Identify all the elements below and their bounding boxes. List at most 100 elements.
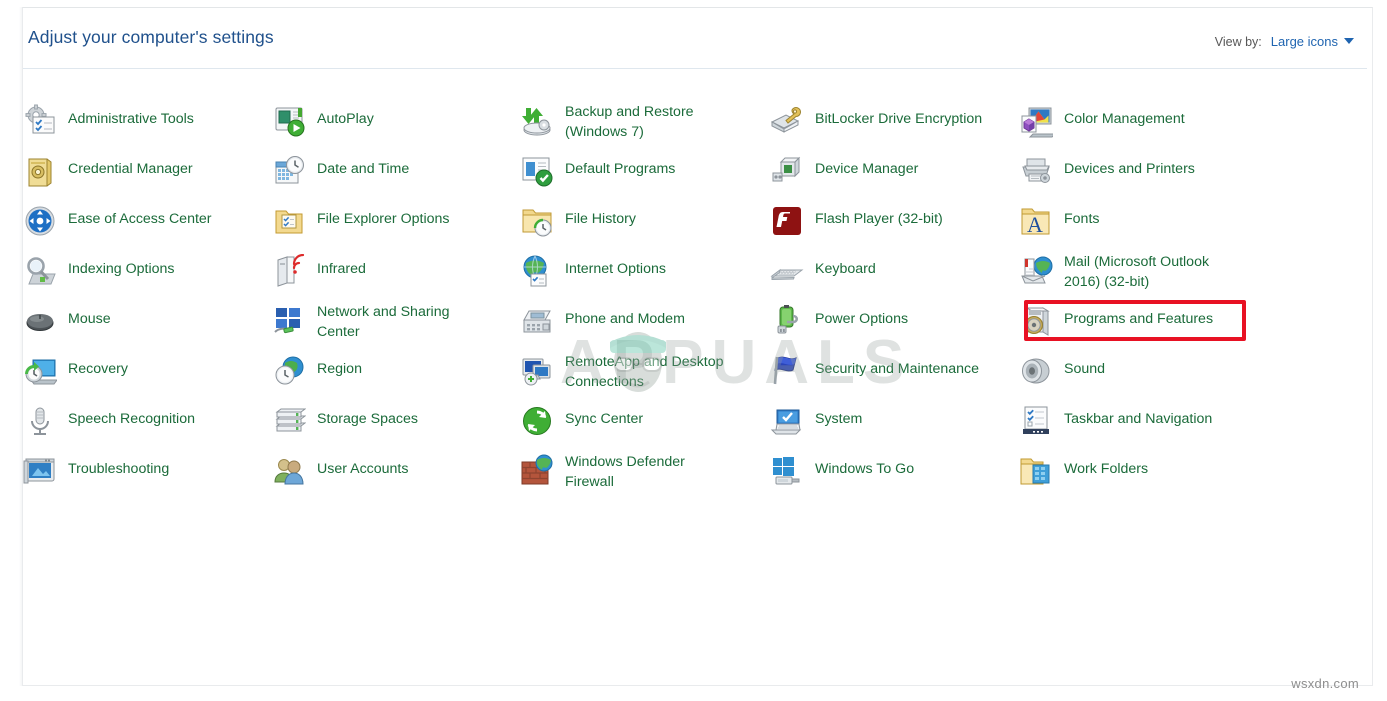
device-manager-icon[interactable] [770,154,804,188]
bitlocker-icon[interactable] [770,104,804,138]
control-panel-item-label[interactable]: User Accounts [317,452,408,479]
control-panel-item-label[interactable]: Recovery [68,352,128,379]
control-panel-item-speech-recognition[interactable]: Speech Recognition [23,402,195,450]
mail-icon[interactable] [1019,254,1053,288]
control-panel-item-work-folders[interactable]: Work Folders [1019,452,1148,500]
control-panel-item-color-management[interactable]: Color Management [1019,102,1185,150]
control-panel-item-keyboard[interactable]: Keyboard [770,252,876,300]
control-panel-item-label[interactable]: Color Management [1064,102,1185,129]
control-panel-item-label[interactable]: Fonts [1064,202,1099,229]
remoteapp-icon[interactable] [520,354,554,388]
control-panel-item-label[interactable]: Taskbar and Navigation [1064,402,1212,429]
control-panel-item-label[interactable]: Internet Options [565,252,666,279]
default-programs-icon[interactable] [520,154,554,188]
control-panel-item-security-and-maintenance[interactable]: Security and Maintenance [770,352,979,400]
control-panel-item-label[interactable]: Speech Recognition [68,402,195,429]
control-panel-item-label[interactable]: Network and Sharing Center [317,302,450,342]
control-panel-item-windows-defender-firewall[interactable]: Windows Defender Firewall [520,452,685,502]
chevron-down-icon[interactable] [1344,38,1354,44]
control-panel-item-network-and-sharing-center[interactable]: Network and Sharing Center [272,302,450,352]
control-panel-item-power-options[interactable]: Power Options [770,302,908,350]
control-panel-item-ease-of-access-center[interactable]: Ease of Access Center [23,202,212,250]
control-panel-item-phone-and-modem[interactable]: Phone and Modem [520,302,685,350]
sound-icon[interactable] [1019,354,1053,388]
color-management-icon[interactable] [1019,104,1053,138]
autoplay-icon[interactable] [272,104,306,138]
user-accounts-icon[interactable] [272,454,306,488]
control-panel-item-label[interactable]: Administrative Tools [68,102,194,129]
control-panel-item-label[interactable]: Date and Time [317,152,409,179]
control-panel-item-region[interactable]: Region [272,352,362,400]
control-panel-item-remoteapp-and-desktop-connections[interactable]: RemoteApp and Desktop Connections [520,352,724,402]
control-panel-item-sound[interactable]: Sound [1019,352,1105,400]
keyboard-icon[interactable] [770,254,804,288]
control-panel-item-recovery[interactable]: Recovery [23,352,128,400]
control-panel-item-label[interactable]: Keyboard [815,252,876,279]
control-panel-item-label[interactable]: Sync Center [565,402,643,429]
control-panel-item-label[interactable]: Flash Player (32-bit) [815,202,943,229]
control-panel-item-bitlocker-drive-encryption[interactable]: BitLocker Drive Encryption [770,102,982,150]
sync-center-icon[interactable] [520,404,554,438]
troubleshooting-icon[interactable] [23,454,57,488]
control-panel-item-label[interactable]: Windows Defender Firewall [565,452,685,492]
file-explorer-options-icon[interactable] [272,204,306,238]
control-panel-item-label[interactable]: Work Folders [1064,452,1148,479]
control-panel-item-label[interactable]: System [815,402,862,429]
network-sharing-icon[interactable] [272,304,306,338]
recovery-icon[interactable] [23,354,57,388]
control-panel-item-sync-center[interactable]: Sync Center [520,402,643,450]
control-panel-item-user-accounts[interactable]: User Accounts [272,452,408,500]
internet-options-icon[interactable] [520,254,554,288]
control-panel-item-flash-player-32-bit[interactable]: Flash Player (32-bit) [770,202,943,250]
control-panel-item-label[interactable]: Power Options [815,302,908,329]
credential-manager-icon[interactable] [23,154,57,188]
control-panel-item-label[interactable]: File History [565,202,636,229]
control-panel-item-troubleshooting[interactable]: Troubleshooting [23,452,169,500]
control-panel-item-label[interactable]: Troubleshooting [68,452,169,479]
control-panel-item-file-history[interactable]: File History [520,202,636,250]
control-panel-item-label[interactable]: Devices and Printers [1064,152,1195,179]
devices-and-printers-icon[interactable] [1019,154,1053,188]
control-panel-item-label[interactable]: Windows To Go [815,452,914,479]
control-panel-item-fonts[interactable]: AFonts [1019,202,1099,250]
control-panel-item-label[interactable]: Ease of Access Center [68,202,212,229]
control-panel-item-label[interactable]: Phone and Modem [565,302,685,329]
control-panel-item-label[interactable]: AutoPlay [317,102,374,129]
control-panel-item-windows-to-go[interactable]: Windows To Go [770,452,914,500]
microphone-icon[interactable] [23,404,57,438]
view-by-control[interactable]: View by: Large icons [1215,33,1354,51]
date-and-time-icon[interactable] [272,154,306,188]
control-panel-item-label[interactable]: Programs and Features [1064,302,1213,329]
taskbar-navigation-icon[interactable] [1019,404,1053,438]
control-panel-item-label[interactable]: Sound [1064,352,1105,379]
firewall-icon[interactable] [520,454,554,488]
power-options-icon[interactable] [770,304,804,338]
control-panel-item-credential-manager[interactable]: Credential Manager [23,152,193,200]
indexing-options-icon[interactable] [23,254,57,288]
control-panel-item-administrative-tools[interactable]: Administrative Tools [23,102,194,150]
control-panel-item-label[interactable]: Indexing Options [68,252,174,279]
control-panel-item-device-manager[interactable]: Device Manager [770,152,918,200]
control-panel-item-label[interactable]: Backup and Restore (Windows 7) [565,102,694,142]
control-panel-item-storage-spaces[interactable]: Storage Spaces [272,402,418,450]
control-panel-item-label[interactable]: Device Manager [815,152,918,179]
flash-player-icon[interactable] [770,204,804,238]
control-panel-item-label[interactable]: Credential Manager [68,152,193,179]
view-by-dropdown[interactable]: Large icons [1271,33,1354,51]
mouse-icon[interactable] [23,304,57,338]
control-panel-item-programs-and-features[interactable]: Programs and Features [1019,302,1213,350]
infrared-icon[interactable] [272,254,306,288]
control-panel-item-internet-options[interactable]: Internet Options [520,252,666,300]
control-panel-item-label[interactable]: Infrared [317,252,366,279]
control-panel-item-label[interactable]: Default Programs [565,152,675,179]
work-folders-icon[interactable] [1019,454,1053,488]
storage-spaces-icon[interactable] [272,404,306,438]
control-panel-item-label[interactable]: BitLocker Drive Encryption [815,102,982,129]
ease-of-access-icon[interactable] [23,204,57,238]
control-panel-item-indexing-options[interactable]: Indexing Options [23,252,174,300]
control-panel-item-taskbar-and-navigation[interactable]: Taskbar and Navigation [1019,402,1212,450]
control-panel-item-default-programs[interactable]: Default Programs [520,152,675,200]
control-panel-item-mail-microsoft-outlook-2016-32-bit[interactable]: Mail (Microsoft Outlook 2016) (32-bit) [1019,252,1209,302]
control-panel-item-system[interactable]: System [770,402,862,450]
control-panel-item-file-explorer-options[interactable]: File Explorer Options [272,202,449,250]
